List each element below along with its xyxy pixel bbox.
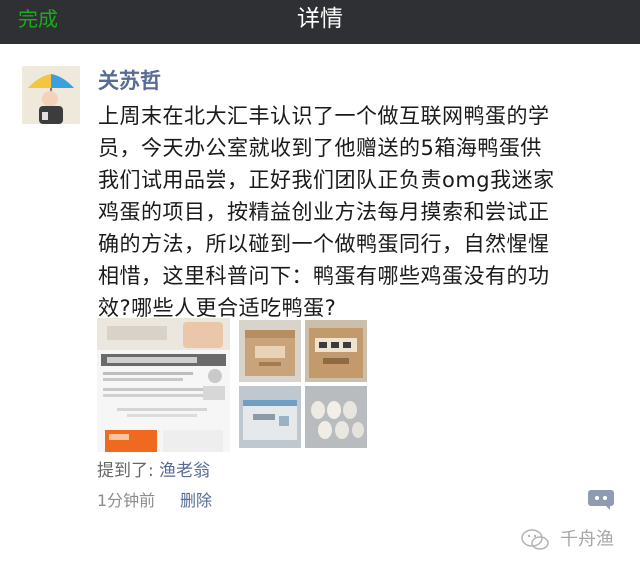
- post-image-box-3[interactable]: [239, 386, 301, 448]
- avatar[interactable]: [22, 66, 80, 124]
- post-text-line: 上周末在北大汇丰认识了一个做互联网鸭蛋的学: [98, 104, 550, 128]
- post-text-line: 确的方法，所以碰到一个做鸭蛋同行，自然惺惺: [98, 232, 550, 256]
- mention-line: 提到了: 渔老翁: [97, 460, 210, 482]
- page-title: 详情: [297, 6, 343, 32]
- post-text-line: 相惜，这里科普问下：鸭蛋有哪些鸡蛋没有的功: [98, 264, 550, 288]
- comment-bubble-icon[interactable]: [588, 490, 614, 510]
- post-image-eggs[interactable]: [305, 386, 367, 448]
- box-image: [305, 320, 367, 382]
- box-image: [239, 386, 301, 448]
- box-image: [239, 320, 301, 382]
- watermark: 千舟渔: [520, 527, 630, 553]
- post-text-line: 鸡蛋的项目，按精益创业方法每月摸索和尝试正: [98, 200, 550, 224]
- post-author[interactable]: 关苏哲: [98, 68, 161, 94]
- top-bar: 完成 详情: [0, 0, 640, 44]
- watermark-text: 千舟渔: [560, 529, 614, 550]
- avatar-image: [22, 66, 80, 124]
- eggs-image: [305, 386, 367, 448]
- post-text-line: 员，今天办公室就收到了他赠送的5箱海鸭蛋供: [98, 136, 542, 160]
- post-image-box-2[interactable]: [305, 320, 367, 382]
- post-text: 上周末在北大汇丰认识了一个做互联网鸭蛋的学 员，今天办公室就收到了他赠送的5箱海…: [98, 100, 618, 324]
- mention-user[interactable]: 渔老翁: [159, 461, 210, 481]
- delete-button[interactable]: 删除: [180, 490, 212, 512]
- post-image-article-screenshot[interactable]: [97, 318, 230, 452]
- post-time: 1分钟前: [97, 491, 156, 510]
- post-image-box-1[interactable]: [239, 320, 301, 382]
- post-text-line: 我们试用品尝，正好我们团队正负责omg我迷家: [98, 168, 555, 192]
- article-screenshot-image: [97, 318, 230, 452]
- mention-prefix: 提到了:: [97, 461, 154, 481]
